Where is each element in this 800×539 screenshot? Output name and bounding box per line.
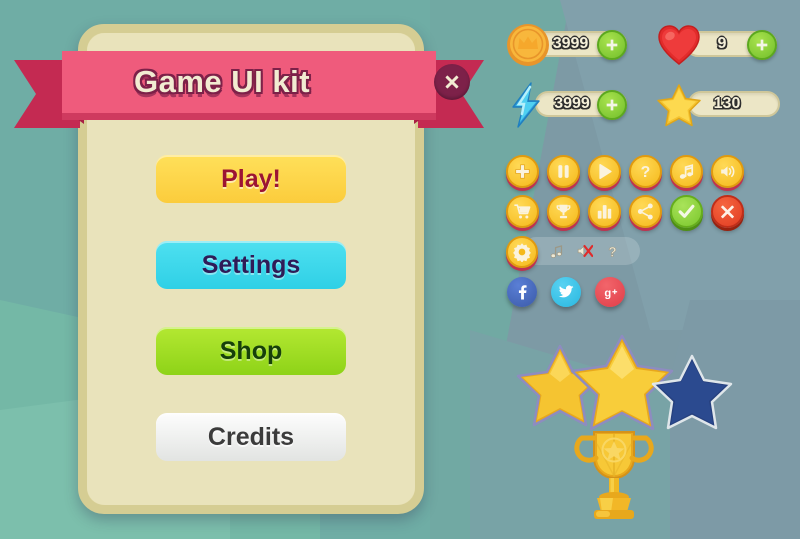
coin-value: 3999 [552,35,589,52]
main-menu: Play! Settings Shop Credits [154,155,348,499]
stats-button[interactable] [588,195,621,228]
trophy-award-icon [574,431,654,519]
rating-star-3-empty [651,354,733,430]
settings-button[interactable]: Settings [154,241,348,301]
pause-button[interactable] [547,155,580,188]
shop-button[interactable]: Shop [154,327,348,387]
lightning-icon [512,82,540,128]
plus-icon [515,164,530,179]
svg-text:g: g [604,288,611,300]
resource-star: 130 [655,81,780,127]
music-on-icon[interactable] [548,243,565,260]
plus-icon [756,39,768,51]
sound-wave-icon [721,165,735,178]
plus-button[interactable] [506,155,539,188]
heart-icon [658,25,700,65]
twitter-icon [558,285,574,298]
cancel-button[interactable] [711,195,744,228]
credits-button[interactable]: Credits [154,413,348,473]
icon-button-row-2 [506,195,744,228]
achievements-button[interactable] [547,195,580,228]
energy-value: 3999 [554,95,590,112]
check-icon [678,204,695,218]
social-buttons: g [507,277,625,307]
bar-chart-icon [597,205,612,219]
trophy-award [564,420,664,535]
energy-add-button[interactable] [597,90,627,120]
page-title: Game UI kit [133,64,311,99]
confirm-button[interactable] [670,195,703,228]
plus-icon [606,99,618,111]
facebook-button[interactable] [507,277,537,307]
shop-icon-button[interactable] [506,195,539,228]
music-button[interactable] [670,155,703,188]
play-button-label: Play! [221,164,281,193]
shop-button-label: Shop [219,336,283,365]
music-note-icon [679,164,694,179]
close-icon [445,75,459,89]
heart-value: 9 [717,35,727,52]
resource-coin: 3999 [505,22,627,66]
twitter-button[interactable] [551,277,581,307]
coin-icon [507,24,549,66]
sound-off-icon[interactable] [576,243,593,260]
settings-toggle-panel: ? [506,236,640,268]
question-icon: ? [641,164,651,181]
play-icon-button[interactable] [588,155,621,188]
close-button[interactable] [434,64,470,100]
gear-icon [513,243,531,262]
screenshot-stage: Play! Settings Shop Credits Game UI kit [0,0,800,539]
help-button[interactable]: ? [629,155,662,188]
svg-text:?: ? [608,244,616,259]
facebook-icon [518,285,527,300]
svg-text:?: ? [641,164,651,181]
dialog-title-ribbon: Game UI kit [14,51,484,137]
settings-gear-button[interactable] [506,236,538,268]
star-value: 130 [713,95,741,112]
sound-button[interactable] [711,155,744,188]
coin-add-button[interactable] [597,30,627,60]
heart-add-button[interactable] [747,30,777,60]
icon-button-grid: ? [506,155,744,235]
googleplus-button[interactable]: g [595,277,625,307]
share-button[interactable] [629,195,662,228]
resource-energy: 3999 [505,81,627,128]
settings-button-label: Settings [201,250,301,279]
share-icon [637,203,653,220]
plus-icon [606,39,618,51]
star-icon [657,84,701,127]
googleplus-icon: g [604,288,618,300]
trophy-icon [556,204,571,219]
credits-button-label: Credits [207,422,295,451]
pause-icon [558,165,569,178]
settings-options-pill: ? [522,237,640,265]
icon-button-row-1: ? [506,155,744,188]
resource-heart: 9 [655,22,777,66]
play-icon [599,163,612,180]
help-icon[interactable]: ? [604,243,621,260]
close-x-icon [721,205,734,219]
shopping-cart-icon [514,204,531,219]
play-button[interactable]: Play! [154,155,348,215]
